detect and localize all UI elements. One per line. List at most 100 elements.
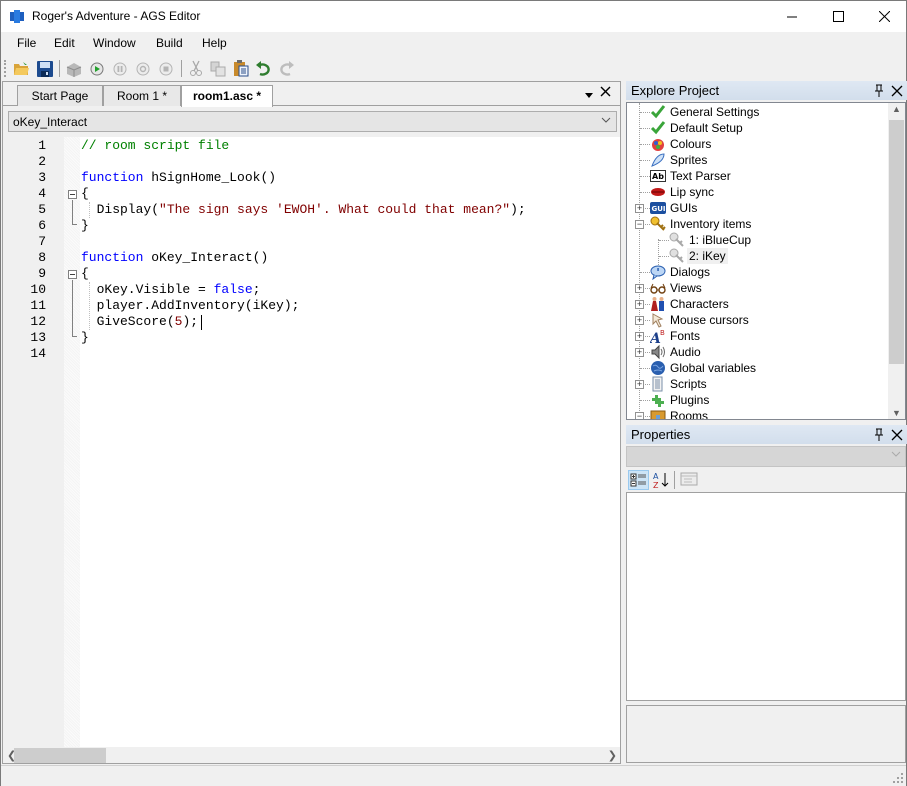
copy-button[interactable] [208, 59, 227, 78]
tree-item-mouse-cursors[interactable]: + Mouse cursors [627, 312, 889, 328]
room-icon [650, 410, 666, 419]
svg-text:Ab: Ab [652, 172, 664, 181]
tree-line [640, 176, 650, 177]
tree-item-rooms[interactable]: − Rooms [627, 408, 889, 420]
fold-toggle[interactable] [68, 190, 77, 199]
tree-item-guis[interactable]: + GUI GUIs [627, 200, 889, 216]
tree-item-characters[interactable]: + Characters [627, 296, 889, 312]
tree-item-colours[interactable]: Colours [627, 136, 889, 152]
tree-item-text-parser[interactable]: Ab Text Parser [627, 168, 889, 184]
save-button[interactable] [35, 59, 54, 78]
run-button[interactable] [87, 59, 106, 78]
tree-item-general-settings[interactable]: General Settings [627, 104, 889, 120]
fold-line [72, 280, 73, 336]
properties-panel: Properties AZ [626, 425, 907, 765]
code-token: GiveScore( [81, 314, 175, 329]
tree-item-scripts[interactable]: + Scripts [627, 376, 889, 392]
tree-vertical-scrollbar[interactable]: ▲ ▼ [888, 103, 905, 419]
expand-icon[interactable]: + [635, 332, 644, 341]
close-icon[interactable] [891, 84, 903, 97]
build-button[interactable] [64, 59, 83, 78]
tree-item-ikey[interactable]: 2: iKey [627, 248, 889, 264]
close-document-button[interactable] [600, 86, 614, 100]
step-button[interactable] [133, 59, 152, 78]
expand-icon[interactable]: + [635, 348, 644, 357]
tree-item-sprites[interactable]: Sprites [627, 152, 889, 168]
scroll-right-icon[interactable]: ❯ [608, 749, 617, 762]
expand-icon[interactable]: + [635, 284, 644, 293]
svg-text:B: B [660, 329, 665, 337]
tree-item-audio[interactable]: + Audio [627, 344, 889, 360]
resize-grip-icon[interactable] [892, 772, 904, 784]
scrollbar-thumb[interactable] [889, 120, 904, 364]
toolbar-grip[interactable] [4, 60, 6, 77]
scrollbar-thumb[interactable] [14, 748, 106, 763]
property-grid[interactable] [626, 492, 906, 701]
tab-room1-asc[interactable]: room1.asc * [181, 85, 273, 107]
expand-icon[interactable]: + [635, 316, 644, 325]
horizontal-scrollbar[interactable]: ❮ ❯ [4, 747, 620, 763]
collapse-icon[interactable]: − [635, 412, 644, 419]
project-tree[interactable]: General Settings Default Setup Colours S… [626, 102, 906, 420]
open-project-button[interactable] [12, 59, 31, 78]
undo-button[interactable] [254, 59, 273, 78]
tree-item-default-setup[interactable]: Default Setup [627, 120, 889, 136]
menu-help[interactable]: Help [202, 36, 227, 50]
expand-icon[interactable]: + [635, 380, 644, 389]
tree-item-fonts[interactable]: + AB Fonts [627, 328, 889, 344]
svg-text:Z: Z [653, 481, 659, 490]
properties-toolbar: AZ [626, 468, 906, 492]
tree-item-label: Colours [670, 137, 712, 151]
scroll-down-icon[interactable]: ▼ [892, 408, 901, 418]
scroll-up-icon[interactable]: ▲ [892, 104, 901, 114]
property-pages-button[interactable] [680, 470, 700, 490]
close-button[interactable] [861, 1, 907, 32]
menu-build[interactable]: Build [156, 36, 183, 50]
tab-list-dropdown[interactable] [584, 88, 598, 100]
tree-item-inventory-items[interactable]: − Inventory items [627, 216, 889, 232]
alphabetical-button[interactable]: AZ [651, 470, 671, 490]
pin-icon[interactable] [874, 428, 884, 441]
tree-item-label: Rooms [670, 409, 709, 420]
expand-icon[interactable]: + [635, 300, 644, 309]
code-line: // room script file [81, 138, 229, 154]
line-number: 4 [38, 186, 46, 201]
tree-item-views[interactable]: + Views [627, 280, 889, 296]
tree-item-global-variables[interactable]: Global variables [627, 360, 889, 376]
object-selector[interactable] [626, 446, 906, 467]
tree-line [659, 240, 669, 241]
expand-icon[interactable]: + [635, 204, 644, 213]
stop-button[interactable] [156, 59, 175, 78]
redo-button[interactable] [277, 59, 296, 78]
cut-button[interactable] [186, 59, 205, 78]
sprite-icon [651, 153, 665, 167]
categorized-button[interactable] [628, 470, 649, 490]
menu-edit[interactable]: Edit [54, 36, 75, 50]
minimize-button[interactable] [769, 1, 815, 32]
menu-file[interactable]: File [17, 36, 36, 50]
toolbar-separator [674, 471, 675, 489]
text-parser-icon: Ab [650, 170, 666, 182]
code-editor[interactable]: 1 2 3 4 5 6 7 8 9 10 11 12 13 14 // room… [4, 137, 620, 747]
pause-button[interactable] [110, 59, 129, 78]
tab-room-1[interactable]: Room 1 * [103, 85, 181, 106]
fold-toggle[interactable] [68, 270, 77, 279]
puzzle-icon [652, 395, 664, 407]
tab-start-page[interactable]: Start Page [17, 85, 103, 106]
function-selector[interactable]: oKey_Interact [8, 111, 617, 132]
tree-item-plugins[interactable]: Plugins [627, 392, 889, 408]
code-line: { [81, 266, 89, 282]
tree-item-lip-sync[interactable]: Lip sync [627, 184, 889, 200]
undo-icon [256, 61, 270, 76]
tree-item-label: Views [670, 281, 702, 295]
tree-item-label: 1: iBlueCup [689, 233, 752, 247]
menu-window[interactable]: Window [93, 36, 136, 50]
collapse-icon[interactable]: − [635, 220, 644, 229]
tree-item-dialogs[interactable]: Dialogs [627, 264, 889, 280]
close-icon[interactable] [891, 428, 903, 441]
maximize-button[interactable] [815, 1, 861, 32]
line-number: 8 [38, 250, 46, 265]
tree-item-ibluecup[interactable]: 1: iBlueCup [627, 232, 889, 248]
pin-icon[interactable] [874, 84, 884, 97]
paste-button[interactable] [231, 59, 250, 78]
